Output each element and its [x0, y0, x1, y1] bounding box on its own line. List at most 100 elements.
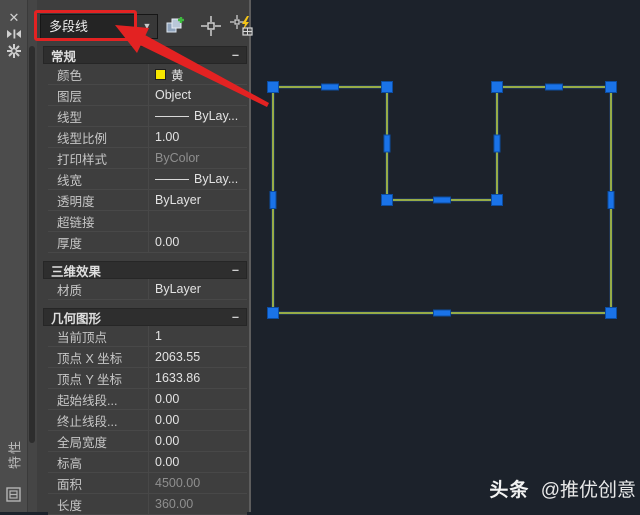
row-value-text: 360.00	[155, 497, 194, 511]
panel-scrollbar[interactable]	[28, 0, 37, 512]
property-row: 超链接	[48, 211, 247, 232]
row-value[interactable]: 0.00	[148, 410, 247, 430]
midpoint-grip[interactable]	[607, 191, 615, 209]
palette-titlebar: ✕ 特性	[0, 0, 28, 512]
row-label: 起始线段...	[57, 393, 118, 408]
close-icon[interactable]: ✕	[0, 10, 28, 26]
row-value[interactable]: ByColor	[148, 148, 247, 168]
row-value[interactable]: ByLay...	[148, 106, 247, 126]
line-sample	[155, 178, 189, 180]
row-label: 顶点 X 坐标	[57, 351, 123, 366]
section-title: 三维效果	[51, 264, 102, 279]
collapse-icon[interactable]: –	[232, 310, 239, 324]
row-label: 超链接	[57, 215, 95, 230]
dropdown-arrow-icon[interactable]: ▼	[136, 14, 158, 39]
object-type-dropdown[interactable]: 多段线	[40, 14, 135, 39]
section-title: 几何图形	[51, 311, 102, 326]
row-value[interactable]: Object	[148, 85, 247, 105]
select-objects-icon[interactable]	[200, 15, 224, 39]
property-row: 当前顶点 1	[48, 326, 247, 347]
row-value[interactable]: 黄	[148, 64, 247, 84]
row-value-text: ByLay...	[194, 172, 239, 186]
row-value-text: 0.00	[155, 413, 180, 427]
midpoint-grip[interactable]	[545, 83, 563, 91]
midpoint-grip[interactable]	[383, 134, 391, 153]
property-row: 全局宽度 0.00	[48, 431, 247, 452]
watermark-brand: 头条	[489, 480, 530, 501]
row-value-text: 0.00	[155, 455, 180, 469]
row-value[interactable]: 0.00	[148, 452, 247, 472]
row-value-text: 1633.86	[155, 371, 201, 385]
row-label: 终止线段...	[57, 414, 118, 429]
palette-title: 特性	[7, 438, 23, 470]
vertex-grip[interactable]	[605, 307, 617, 319]
row-value[interactable]: ByLayer	[148, 190, 247, 210]
settings-gear-icon[interactable]	[0, 43, 28, 64]
row-value-text: 0.00	[155, 235, 180, 249]
row-value-text: 1.00	[155, 130, 180, 144]
row-value[interactable]: ByLayer	[148, 279, 247, 299]
vertex-grip[interactable]	[381, 194, 393, 206]
row-value[interactable]: 1	[148, 326, 247, 346]
row-value-text: Object	[155, 88, 192, 102]
row-value-text: 1	[155, 329, 162, 343]
property-row: 顶点 Y 坐标 1633.86	[48, 368, 247, 389]
section-title: 常规	[51, 49, 77, 64]
row-label: 线型	[57, 110, 83, 125]
property-row: 打印样式 ByColor	[48, 148, 247, 169]
scrollbar-thumb[interactable]	[29, 46, 35, 443]
line-sample	[155, 115, 189, 117]
watermark-handle: @推优创意	[540, 480, 636, 501]
row-value[interactable]: 4500.00	[148, 473, 247, 493]
row-value[interactable]: 0.00	[148, 389, 247, 409]
section-header[interactable]: 三维效果 –	[43, 261, 247, 279]
row-value-text: ByLay...	[194, 109, 239, 123]
row-value[interactable]	[148, 211, 247, 231]
row-label: 透明度	[57, 194, 95, 209]
vertex-grip[interactable]	[267, 307, 279, 319]
vertex-grip[interactable]	[605, 81, 617, 93]
quick-select-icon[interactable]	[230, 15, 254, 39]
section-rows: 当前顶点 1 顶点 X 坐标 2063.55 顶点 Y 坐标 1633.86 起…	[48, 326, 247, 515]
row-label: 顶点 Y 坐标	[57, 372, 123, 387]
section-rows: 材质 ByLayer	[48, 279, 247, 300]
vertex-grip[interactable]	[381, 81, 393, 93]
property-row: 线型比例 1.00	[48, 127, 247, 148]
vertex-grip[interactable]	[267, 81, 279, 93]
row-value-text: ByLayer	[155, 282, 201, 296]
row-value[interactable]: 0.00	[148, 431, 247, 451]
color-swatch	[155, 68, 166, 80]
row-label: 材质	[57, 283, 83, 298]
midpoint-grip[interactable]	[433, 309, 451, 317]
collapse-icon[interactable]: –	[232, 48, 239, 62]
palette-icon	[6, 487, 21, 507]
row-label: 全局宽度	[57, 435, 108, 450]
row-label: 线型比例	[57, 131, 108, 146]
section-header[interactable]: 几何图形 –	[43, 308, 247, 326]
row-value[interactable]: 360.00	[148, 494, 247, 514]
midpoint-grip[interactable]	[433, 196, 451, 204]
row-value-text: 黄	[171, 68, 184, 83]
watermark: 头条 @推优创意	[489, 475, 636, 502]
property-row: 颜色 黄	[48, 64, 247, 85]
row-value[interactable]: 1633.86	[148, 368, 247, 388]
midpoint-grip[interactable]	[493, 134, 501, 153]
midpoint-grip[interactable]	[269, 191, 277, 209]
row-label: 厚度	[57, 236, 83, 251]
property-row: 透明度 ByLayer	[48, 190, 247, 211]
row-value[interactable]: 1.00	[148, 127, 247, 147]
row-label: 打印样式	[57, 152, 108, 167]
toggle-pickadd-icon[interactable]	[164, 15, 188, 39]
section-header[interactable]: 常规 –	[43, 46, 247, 64]
row-value[interactable]: 0.00	[148, 232, 247, 252]
midpoint-grip[interactable]	[321, 83, 339, 91]
property-row: 标高 0.00	[48, 452, 247, 473]
vertex-grip[interactable]	[491, 81, 503, 93]
panel-toolbar: 多段线 ▼	[37, 0, 253, 46]
row-label: 标高	[57, 456, 83, 471]
row-value[interactable]: 2063.55	[148, 347, 247, 367]
property-section: 几何图形 – 当前顶点 1 顶点 X 坐标 2063.55 顶点 Y 坐标 16…	[43, 308, 247, 515]
row-value[interactable]: ByLay...	[148, 169, 247, 189]
vertex-grip[interactable]	[491, 194, 503, 206]
collapse-icon[interactable]: –	[232, 263, 239, 277]
